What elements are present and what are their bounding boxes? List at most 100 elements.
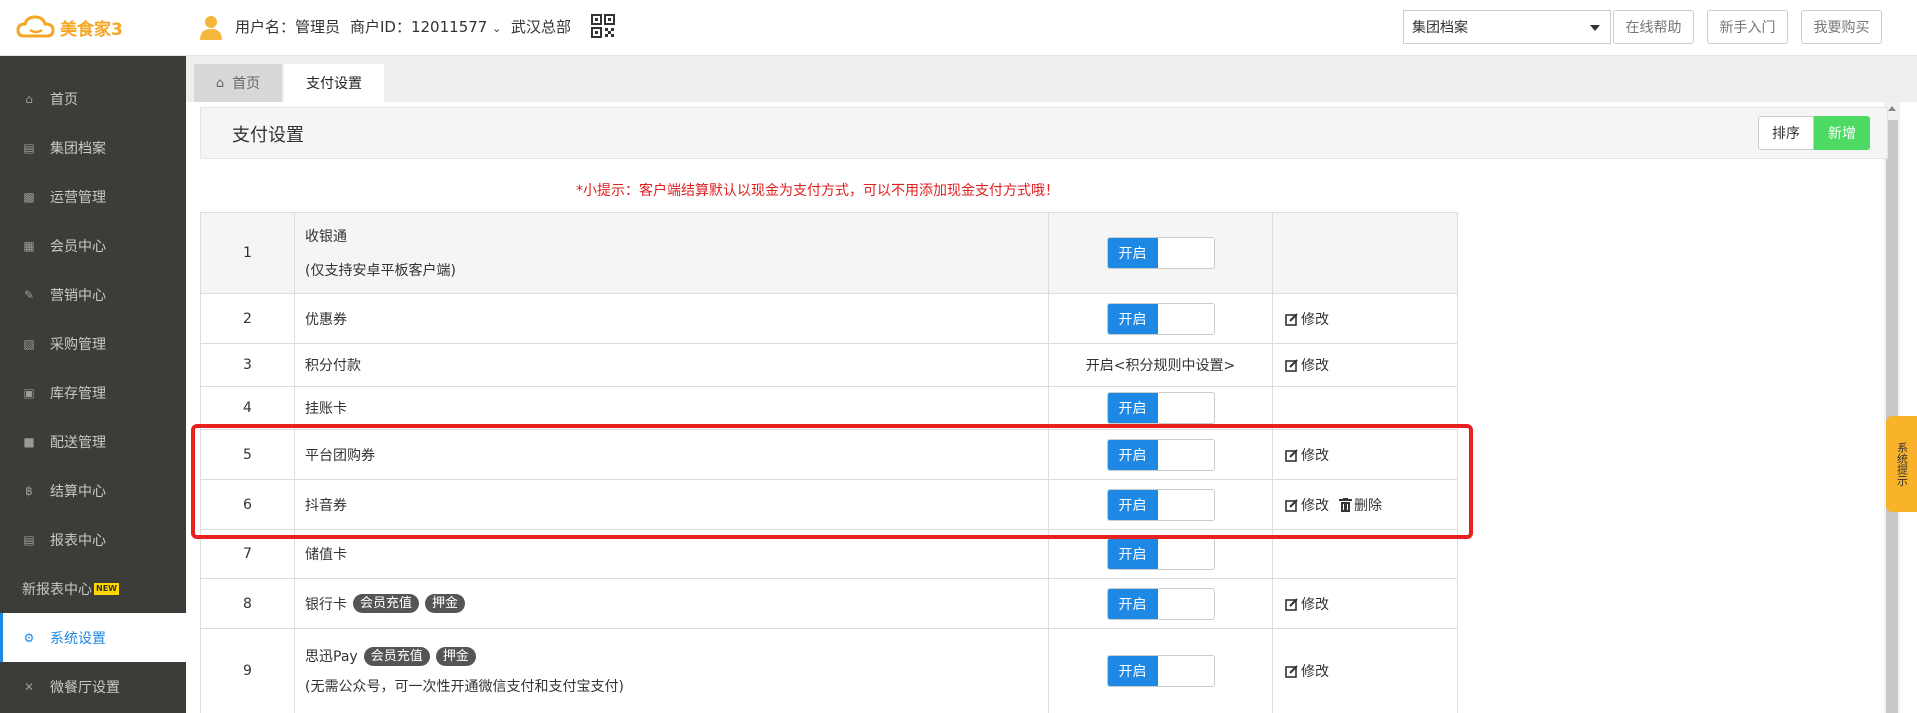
group-select[interactable]: 集团档案 bbox=[1403, 10, 1611, 44]
edit-link[interactable]: 修改 bbox=[1285, 594, 1329, 614]
logo-text: 美食家3 bbox=[60, 19, 123, 40]
row-number: 2 bbox=[201, 294, 295, 343]
newbie-guide-button[interactable]: 新手入门 bbox=[1707, 10, 1788, 44]
chevron-down-icon: ⌄ bbox=[492, 22, 502, 35]
sidebar-item-inventory[interactable]: ▣ 库存管理 bbox=[0, 368, 186, 417]
sidebar-item-label: 微餐厅设置 bbox=[50, 679, 120, 696]
row-name: 思迅Pay 会员充值 押金 bbox=[305, 646, 1048, 666]
sidebar-item-system-settings[interactable]: ⚙ 系统设置 bbox=[0, 613, 186, 662]
sort-button[interactable]: 排序 bbox=[1758, 116, 1814, 150]
sidebar-item-delivery[interactable]: ■ 配送管理 bbox=[0, 417, 186, 466]
truck-icon: ■ bbox=[23, 434, 35, 449]
sidebar-item-label: 报表中心 bbox=[50, 532, 106, 549]
edit-icon bbox=[1285, 359, 1298, 372]
merchant-id-dropdown[interactable]: 商户ID：12011577 ⌄ bbox=[350, 16, 501, 37]
edit-icon: ✎ bbox=[23, 287, 35, 302]
edit-link[interactable]: 修改 bbox=[1285, 355, 1329, 375]
row-name-text: 挂账卡 bbox=[305, 401, 347, 417]
sidebar-item-group-archive[interactable]: ▤ 集团档案 bbox=[0, 123, 186, 172]
tab-payment-settings[interactable]: 支付设置 bbox=[284, 64, 384, 102]
book-icon: ▧ bbox=[23, 336, 35, 351]
toggle-on-label: 开启 bbox=[1107, 539, 1158, 569]
row-actions bbox=[1273, 387, 1459, 429]
edit-icon bbox=[1285, 312, 1298, 326]
user-avatar-icon[interactable] bbox=[198, 14, 224, 40]
qrcode-icon[interactable] bbox=[591, 14, 615, 38]
row-actions: 修改 bbox=[1273, 294, 1459, 343]
sidebar-item-reports[interactable]: ▤ 报表中心 bbox=[0, 515, 186, 564]
row-actions: 修改 bbox=[1273, 344, 1459, 386]
sidebar-item-operations[interactable]: ▩ 运营管理 bbox=[0, 172, 186, 221]
table-row: 2 优惠券 开启 修改 bbox=[200, 294, 1458, 344]
row-name: 挂账卡 bbox=[295, 387, 1049, 429]
sidebar-item-label: 配送管理 bbox=[50, 434, 106, 451]
sidebar-item-label: 库存管理 bbox=[50, 385, 106, 402]
sidebar-item-purchasing[interactable]: ▧ 采购管理 bbox=[0, 319, 186, 368]
row-name-cell: 收银通 (仅支持安卓平板客户端) bbox=[295, 213, 1049, 293]
buy-button[interactable]: 我要购买 bbox=[1801, 10, 1882, 44]
sidebar-item-label: 新报表中心 bbox=[22, 581, 92, 598]
username-label: 用户名：管理员 bbox=[235, 18, 341, 36]
edit-link[interactable]: 修改 bbox=[1285, 309, 1329, 329]
row-name: 积分付款 bbox=[295, 344, 1049, 386]
cloud-logo-icon bbox=[16, 15, 55, 38]
status-toggle[interactable]: 开启 bbox=[1106, 538, 1215, 570]
dropdown-arrow-icon bbox=[1590, 25, 1600, 31]
new-badge: NEW bbox=[94, 582, 119, 595]
sidebar-item-members[interactable]: ▦ 会员中心 bbox=[0, 221, 186, 270]
status-toggle[interactable]: 开启 bbox=[1106, 392, 1215, 424]
row-status-cell: 开启 bbox=[1049, 387, 1273, 429]
row-name-text: 优惠券 bbox=[305, 311, 347, 328]
add-new-button[interactable]: 新增 bbox=[1814, 116, 1870, 150]
sidebar-item-micro-restaurant[interactable]: ✕ 微餐厅设置 bbox=[0, 662, 186, 711]
sidebar-item-label: 运营管理 bbox=[50, 189, 106, 206]
row-number: 4 bbox=[201, 387, 295, 429]
page-title-bar bbox=[200, 107, 1888, 159]
home-icon: ⌂ bbox=[25, 91, 33, 106]
row-actions bbox=[1273, 213, 1459, 293]
tab-home[interactable]: ⌂ 首页 bbox=[194, 64, 282, 102]
toggle-on-label: 开启 bbox=[1107, 656, 1158, 686]
toggle-on-label: 开启 bbox=[1107, 588, 1158, 619]
table-row: 8 银行卡 会员充值 押金 开启 修改 bbox=[200, 579, 1458, 629]
edit-label: 修改 bbox=[1301, 596, 1329, 613]
row-actions: 修改 bbox=[1273, 579, 1459, 628]
sidebar-item-new-reports[interactable]: 新报表中心 NEW bbox=[0, 564, 186, 613]
row-status-text: 开启<积分规则中设置> bbox=[1049, 344, 1273, 386]
bar-chart-icon: ▩ bbox=[23, 189, 35, 204]
sidebar-item-settlement[interactable]: ฿ 结算中心 bbox=[0, 466, 186, 515]
row-status-cell: 开启 bbox=[1049, 294, 1273, 343]
row-name-text: 储值卡 bbox=[305, 547, 347, 563]
sidebar-item-marketing[interactable]: ✎ 营销中心 bbox=[0, 270, 186, 319]
status-toggle[interactable]: 开启 bbox=[1106, 655, 1215, 687]
toggle-on-label: 开启 bbox=[1107, 238, 1158, 268]
sidebar-item-label: 集团档案 bbox=[50, 140, 106, 157]
system-tip-label: 系统提示 bbox=[1895, 442, 1909, 486]
sidebar-item-label: 首页 bbox=[50, 91, 78, 108]
edit-label: 修改 bbox=[1301, 358, 1329, 374]
table-row: 3 积分付款 开启<积分规则中设置> 修改 bbox=[200, 344, 1458, 387]
row-number: 3 bbox=[201, 344, 295, 386]
file-icon: ▤ bbox=[23, 140, 35, 155]
status-toggle[interactable]: 开启 bbox=[1106, 237, 1215, 269]
status-toggle[interactable]: 开启 bbox=[1106, 587, 1215, 620]
row-actions: 修改 bbox=[1273, 629, 1459, 713]
page-title: 支付设置 bbox=[232, 125, 304, 146]
app-logo[interactable]: 美食家3 bbox=[16, 12, 123, 42]
row-name: 银行卡 会员充值 押金 bbox=[295, 579, 1049, 628]
bitcoin-icon: ฿ bbox=[25, 483, 33, 498]
store-name: 武汉总部 bbox=[511, 18, 572, 36]
online-help-button[interactable]: 在线帮助 bbox=[1613, 10, 1694, 44]
sidebar-item-label: 营销中心 bbox=[50, 287, 106, 304]
sidebar-item-home[interactable]: ⌂ 首页 bbox=[0, 74, 186, 123]
row-name: 优惠券 bbox=[295, 294, 1049, 343]
row-number: 9 bbox=[201, 629, 295, 713]
system-tip-tab[interactable]: 系统提示 bbox=[1886, 416, 1917, 512]
status-toggle[interactable]: 开启 bbox=[1106, 302, 1215, 335]
sidebar: ⌂ 首页 ▤ 集团档案 ▩ 运营管理 ▦ 会员中心 ✎ 营销中心 ▧ 采购管理 … bbox=[0, 56, 186, 713]
merchant-id-label: 商户ID：12011577 bbox=[350, 18, 488, 36]
row-status-cell: 开启 bbox=[1049, 579, 1273, 628]
tab-home-label: 首页 bbox=[232, 76, 261, 92]
edit-link[interactable]: 修改 bbox=[1285, 661, 1329, 681]
scrollbar[interactable] bbox=[1884, 102, 1900, 713]
